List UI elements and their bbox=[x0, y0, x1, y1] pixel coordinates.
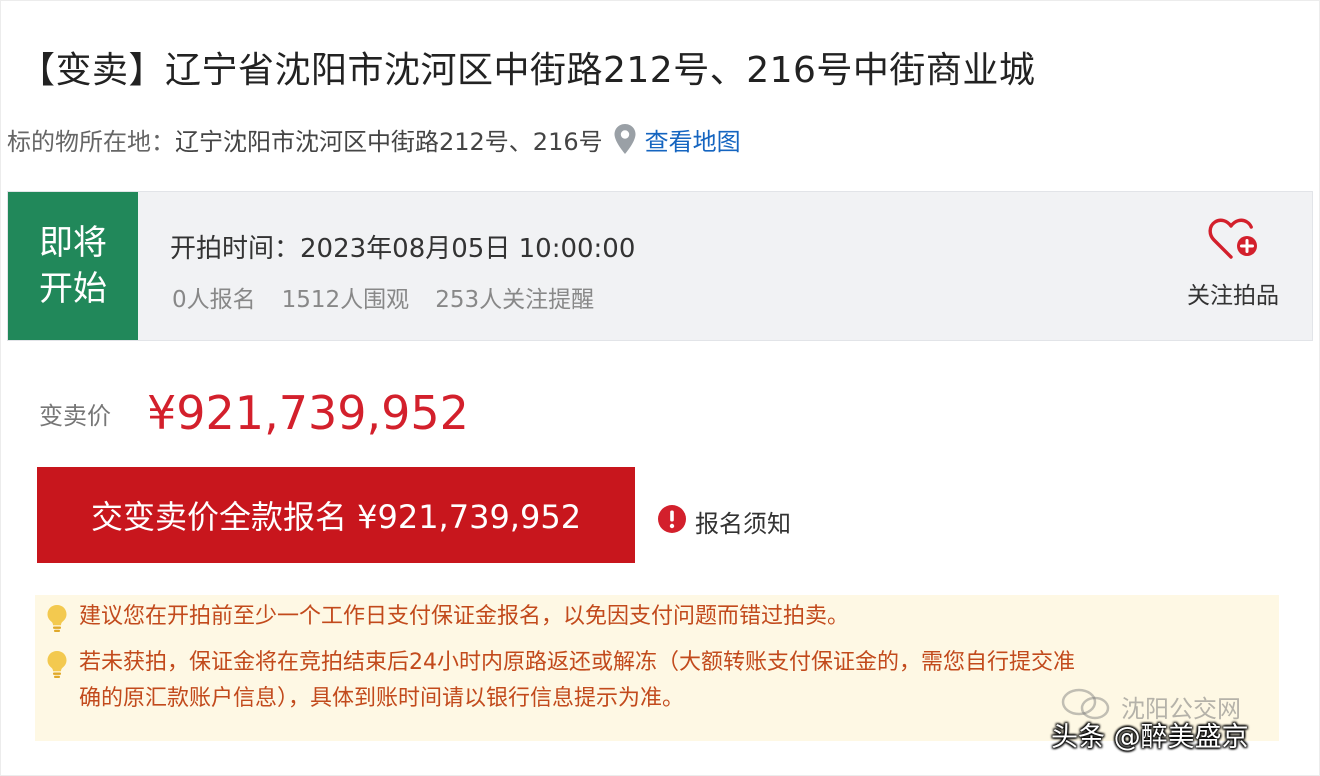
location-row: 标的物所在地： 辽宁沈阳市沈河区中街路212号、216号 查看地图 bbox=[7, 121, 741, 157]
watermark: 沈阳公交网 头条 @醉美盛京 bbox=[1051, 681, 1320, 776]
watermark-badge: 头条 @醉美盛京 bbox=[1051, 722, 1249, 753]
price-value: ¥921,739,952 bbox=[147, 386, 469, 440]
price-row: 变卖价 ¥921,739,952 bbox=[39, 385, 469, 441]
auction-status-bar: 即将 开始 开拍时间：2023年08月05日 10:00:00 0人报名 151… bbox=[7, 191, 1313, 341]
page-title: 【变卖】辽宁省沈阳市沈河区中街路212号、216号中街商业城 bbox=[19, 50, 1036, 91]
heart-plus-icon bbox=[1207, 216, 1259, 266]
start-time-label: 开拍时间： bbox=[170, 234, 301, 264]
start-time-value: 2023年08月05日 10:00:00 bbox=[300, 234, 636, 264]
tip-text-line1: 若未获拍，保证金将在竞拍结束后24小时内原路返还或解冻（大额转账支付保证金的，需… bbox=[79, 650, 1075, 675]
view-count: 1512人围观 bbox=[281, 287, 410, 313]
signup-notice-label: 报名须知 bbox=[695, 509, 791, 538]
auction-stats: 0人报名 1512人围观 253人关注提醒 bbox=[172, 280, 594, 314]
tip-text-line2: 确的原汇款账户信息），具体到账时间请以银行信息提示为准。 bbox=[79, 686, 685, 711]
location-label: 标的物所在地： bbox=[7, 127, 175, 156]
follow-label: 关注拍品 bbox=[1187, 283, 1279, 309]
view-map-link[interactable]: 查看地图 bbox=[645, 122, 741, 157]
tip-text: 建议您在开拍前至少一个工作日支付保证金报名，以免因支付问题而错过拍卖。 bbox=[79, 604, 850, 629]
signup-notice-link[interactable]: 报名须知 bbox=[657, 501, 791, 541]
tip-item: 建议您在开拍前至少一个工作日支付保证金报名，以免因支付问题而错过拍卖。 bbox=[35, 599, 849, 635]
lightbulb-icon bbox=[35, 645, 79, 679]
auction-page: 【变卖】辽宁省沈阳市沈河区中街路212号、216号中街商业城 标的物所在地： 辽… bbox=[0, 0, 1320, 776]
follow-item-button[interactable]: 关注拍品 bbox=[1178, 216, 1288, 310]
location-value: 辽宁沈阳市沈河区中街路212号、216号 bbox=[175, 127, 603, 156]
price-label: 变卖价 bbox=[39, 401, 111, 430]
lightbulb-icon bbox=[35, 599, 79, 633]
status-badge-line1: 即将 bbox=[39, 223, 107, 263]
signup-count: 0人报名 bbox=[172, 287, 256, 313]
full-payment-signup-button[interactable]: 交变卖价全款报名 ¥921,739,952 bbox=[37, 467, 635, 563]
follower-count: 253人关注提醒 bbox=[435, 287, 595, 313]
tip-item: 若未获拍，保证金将在竞拍结束后24小时内原路返还或解冻（大额转账支付保证金的，需… bbox=[35, 645, 1075, 717]
exclamation-circle-icon bbox=[657, 504, 687, 538]
status-badge-line2: 开始 bbox=[39, 269, 107, 309]
map-pin-icon bbox=[613, 123, 637, 155]
start-time-row: 开拍时间：2023年08月05日 10:00:00 bbox=[170, 228, 635, 265]
tip-text: 若未获拍，保证金将在竞拍结束后24小时内原路返还或解冻（大额转账支付保证金的，需… bbox=[79, 645, 1075, 717]
status-badge: 即将 开始 bbox=[8, 192, 138, 340]
